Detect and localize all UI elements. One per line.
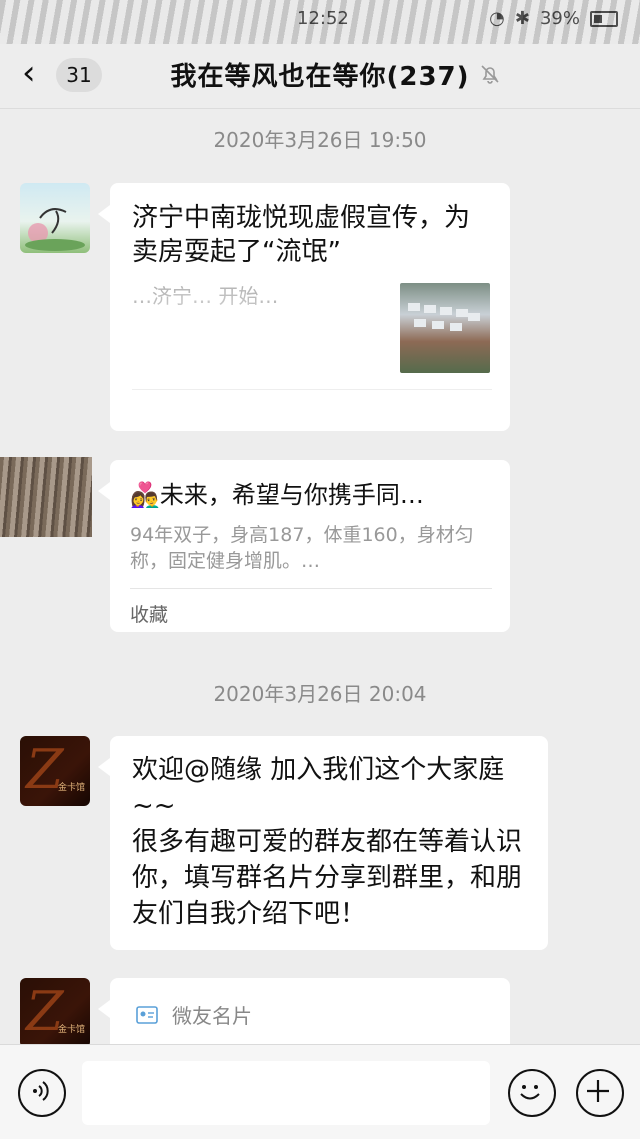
status-bar: 12:52 ◔ ✱ 39% [0, 0, 640, 36]
emoji-button[interactable] [508, 1069, 556, 1117]
voice-button[interactable] [18, 1069, 66, 1117]
voice-icon [33, 1081, 49, 1101]
avatar-label: 金卡馆 [58, 783, 86, 793]
favorite-title: 👩‍❤️‍👨未来，希望与你携手同… [130, 478, 490, 512]
chat-title: 我在等风也在等你(237) [170, 62, 470, 92]
link-thumbnail [400, 283, 490, 373]
signal-icon: ◔ [489, 8, 505, 29]
input-bar [0, 1044, 640, 1139]
favorite-description: 94年双子，身高187，体重160，身材匀称，固定健身增肌。… [130, 524, 474, 572]
avatar[interactable]: Z 金卡馆 [20, 978, 90, 1048]
status-icons: ◔ ✱ 39% [489, 8, 618, 29]
battery-icon [590, 10, 618, 27]
id-card-icon [136, 1005, 158, 1024]
favorite-title-text: 未来，希望与你携手同… [159, 481, 424, 509]
avatar[interactable]: Z 金卡馆 [20, 736, 90, 806]
bell-off-icon [481, 65, 499, 84]
avatar[interactable] [20, 183, 90, 253]
message-text: 欢迎@随缘 加入我们这个大家庭~~ 很多有趣可爱的群友都在等着认识你，填写群名片… [132, 755, 523, 929]
favorite-footer: 收藏 [130, 604, 169, 626]
couple-emoji-icon: 👩‍❤️‍👨 [130, 481, 160, 509]
text-message-bubble[interactable]: 欢迎@随缘 加入我们这个大家庭~~ 很多有趣可爱的群友都在等着认识你，填写群名片… [98, 736, 548, 950]
link-title: 济宁中南珑悦现虚假宣传，为卖房耍起了“流氓” [132, 203, 471, 267]
card-label: 微友名片 [172, 1004, 252, 1028]
card-row: 微友名片 [136, 1000, 252, 1029]
message-input[interactable] [82, 1061, 490, 1125]
avatar-illustration [25, 208, 85, 251]
timestamp: 2020年3月26日 20:04 [213, 682, 427, 706]
plus-button[interactable] [576, 1069, 624, 1117]
plus-icon [587, 1080, 609, 1102]
battery-percent: 39% [539, 8, 580, 29]
avatar-redacted[interactable] [0, 457, 92, 537]
smile-icon [520, 1085, 540, 1100]
divider [132, 389, 492, 390]
status-time: 12:52 [297, 8, 349, 29]
avatar-label: 金卡馆 [58, 1025, 86, 1035]
divider [130, 588, 492, 589]
timestamp: 2020年3月26日 19:50 [213, 128, 427, 152]
favorite-message-bubble[interactable]: 👩‍❤️‍👨未来，希望与你携手同… 94年双子，身高187，体重160，身材匀称… [98, 460, 510, 632]
link-message-bubble[interactable]: 济宁中南珑悦现虚假宣传，为卖房耍起了“流氓” …济宁… 开始… [98, 183, 510, 431]
blur-overlay [110, 273, 350, 423]
nav-bar: ‹ 31 我在等风也在等你(237) [0, 44, 640, 109]
bluetooth-icon: ✱ [514, 8, 530, 29]
